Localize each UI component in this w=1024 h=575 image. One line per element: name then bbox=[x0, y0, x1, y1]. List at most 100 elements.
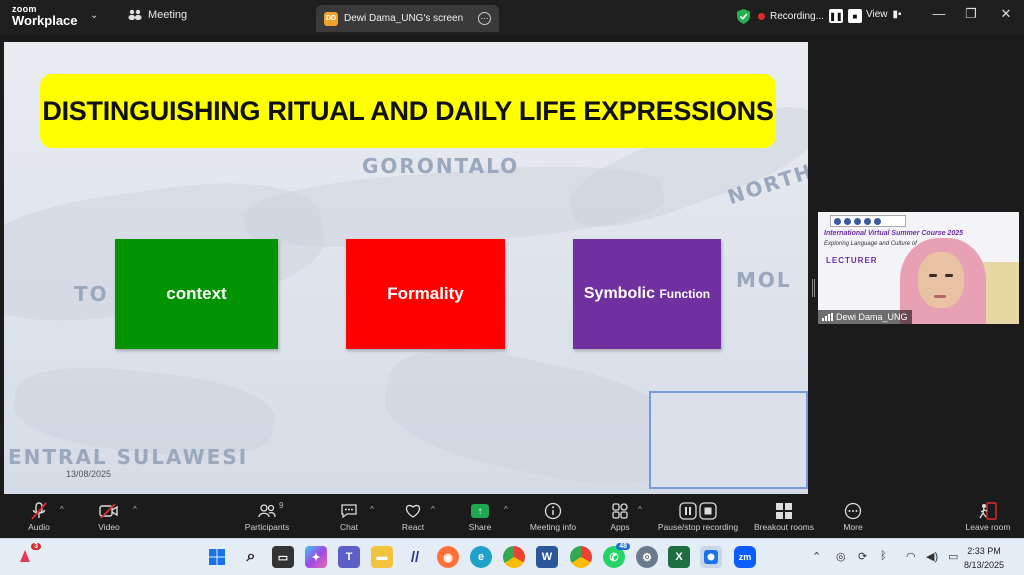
audio-button[interactable]: Audio bbox=[22, 500, 56, 532]
windows-start-icon[interactable] bbox=[206, 546, 228, 568]
apps-icon bbox=[604, 500, 636, 522]
volume-icon[interactable]: ◀) bbox=[926, 550, 938, 563]
context-label: context bbox=[166, 284, 227, 303]
view-layout-icon: ▮▪ bbox=[892, 9, 902, 20]
participants-label: Participants bbox=[244, 522, 290, 532]
copilot-icon[interactable]: ✦ bbox=[305, 546, 327, 568]
more-button[interactable]: More bbox=[838, 500, 868, 532]
logo-workplace-text: Workplace bbox=[12, 13, 78, 28]
apps-label: Apps bbox=[610, 522, 630, 532]
file-explorer-icon[interactable]: ▬ bbox=[371, 546, 393, 568]
react-options-caret[interactable]: ^ bbox=[431, 505, 435, 514]
pause-stop-label: Pause/stop recording bbox=[657, 522, 739, 532]
chrome-icon[interactable] bbox=[503, 546, 525, 568]
sync-icon[interactable]: ⟳ bbox=[858, 550, 867, 563]
video-options-caret[interactable]: ^ bbox=[133, 505, 137, 514]
battery-saver-icon[interactable]: ◎ bbox=[836, 550, 846, 563]
inset-map bbox=[649, 391, 808, 489]
view-button[interactable]: View ▮▪ bbox=[866, 9, 902, 20]
encryption-shield-icon[interactable] bbox=[737, 9, 750, 24]
leave-room-label: Leave room bbox=[965, 522, 1011, 532]
tray-chevron-icon[interactable]: ⌃ bbox=[812, 550, 821, 563]
participants-button[interactable]: Participants bbox=[240, 500, 294, 532]
maximize-button[interactable]: ❐ bbox=[961, 6, 981, 22]
audio-label: Audio bbox=[28, 522, 50, 532]
symbolic-function-box: Symbolic Function bbox=[573, 239, 721, 349]
active-app-icon[interactable] bbox=[700, 546, 722, 568]
chat-button[interactable]: Chat bbox=[334, 500, 364, 532]
stop-recording-button[interactable]: ■ bbox=[847, 9, 862, 23]
heart-icon bbox=[396, 500, 430, 522]
search-icon[interactable]: ⌕ bbox=[240, 546, 262, 568]
mouth-shape bbox=[934, 295, 946, 298]
slash-app-icon[interactable]: // bbox=[404, 546, 426, 568]
share-screen-icon: ↑ bbox=[464, 500, 496, 522]
share-options-caret[interactable]: ^ bbox=[504, 505, 508, 514]
whatsapp-icon[interactable]: ✆ 48 bbox=[603, 543, 630, 568]
participant-name-tag: Dewi Dama_UNG bbox=[818, 310, 912, 324]
meeting-toolbar: Audio ^ Video ^ Participants 9 Chat ^ Re… bbox=[0, 495, 1024, 538]
teams-icon[interactable]: T bbox=[338, 546, 360, 568]
map-land-shape bbox=[375, 332, 693, 494]
minimize-button[interactable]: — bbox=[929, 6, 949, 21]
slide-title-banner: DISTINGUISHING RITUAL AND DAILY LIFE EXP… bbox=[40, 74, 776, 148]
banner-subtitle: Exploring Language and Culture of bbox=[824, 241, 917, 247]
settings-gear-icon[interactable]: ⚙ bbox=[636, 546, 658, 568]
taskbar-clock[interactable]: 2:33 PM 8/13/2025 bbox=[964, 544, 1004, 572]
share-button[interactable]: ↑ Share bbox=[464, 500, 496, 532]
panel-resize-handle[interactable] bbox=[812, 279, 815, 297]
zoom-app-icon[interactable]: zm bbox=[734, 546, 756, 568]
meeting-info-button[interactable]: Meeting info bbox=[524, 500, 582, 532]
participant-video-tile[interactable]: International Virtual Summer Course 2025… bbox=[818, 212, 1019, 324]
zoom-app-label: zm bbox=[738, 552, 752, 562]
map-label-to: TO bbox=[74, 282, 109, 306]
battery-icon[interactable]: ▭ bbox=[948, 550, 958, 563]
formality-box: Formality bbox=[346, 239, 505, 349]
firefox-icon[interactable]: ◉ bbox=[437, 546, 459, 568]
notification-app-icon[interactable]: 3 bbox=[14, 543, 41, 568]
more-options-icon[interactable]: ⋯ bbox=[478, 12, 491, 25]
word-icon[interactable]: W bbox=[536, 546, 558, 568]
people-icon bbox=[128, 9, 142, 20]
tab-meeting[interactable]: Meeting bbox=[128, 9, 187, 21]
participants-icon bbox=[240, 500, 294, 522]
breakout-rooms-button[interactable]: Breakout rooms bbox=[750, 500, 818, 532]
wifi-icon[interactable]: ◠ bbox=[906, 550, 916, 563]
chrome-profile-icon[interactable] bbox=[570, 546, 592, 568]
leave-room-button[interactable]: Leave room bbox=[960, 500, 1016, 532]
pause-recording-button[interactable]: ❚❚ bbox=[828, 9, 843, 23]
close-button[interactable]: ✕ bbox=[996, 6, 1016, 22]
participant-face bbox=[918, 252, 964, 308]
chat-icon bbox=[334, 500, 364, 522]
meeting-info-label: Meeting info bbox=[529, 522, 577, 532]
excel-icon[interactable]: X bbox=[668, 546, 690, 568]
participants-count: 9 bbox=[279, 501, 284, 510]
symbolic-label: Symbolic bbox=[583, 285, 656, 302]
map-label-gorontalo: GORONTALO bbox=[362, 154, 520, 178]
recording-label: Recording... bbox=[770, 10, 824, 22]
bluetooth-icon[interactable]: ᛒ bbox=[880, 550, 887, 562]
edge-icon[interactable]: e bbox=[470, 546, 492, 568]
recording-dot-icon bbox=[758, 12, 765, 20]
recording-indicator[interactable]: Recording... ❚❚ ■ bbox=[758, 5, 862, 27]
video-button[interactable]: Video bbox=[92, 500, 126, 532]
microphone-muted-icon bbox=[22, 500, 56, 522]
chevron-down-icon[interactable]: ⌄ bbox=[90, 10, 98, 21]
formality-label: Formality bbox=[387, 284, 464, 303]
slide-title: DISTINGUISHING RITUAL AND DAILY LIFE EXP… bbox=[42, 95, 774, 126]
title-bar: zoom Workplace ⌄ Meeting DD Dewi Dama_UN… bbox=[0, 0, 1024, 34]
audio-options-caret[interactable]: ^ bbox=[60, 505, 64, 514]
react-label: React bbox=[401, 522, 425, 532]
react-button[interactable]: React bbox=[396, 500, 430, 532]
tab-shared-screen[interactable]: DD Dewi Dama_UNG's screen ⋯ bbox=[316, 5, 499, 32]
banner-title: International Virtual Summer Course 2025 bbox=[824, 230, 964, 237]
context-box: context bbox=[115, 239, 278, 349]
pause-stop-recording-button[interactable]: Pause/stop recording bbox=[652, 500, 744, 532]
breakout-rooms-label: Breakout rooms bbox=[754, 522, 814, 532]
tab-meeting-label: Meeting bbox=[148, 9, 188, 21]
apps-button[interactable]: Apps bbox=[604, 500, 636, 532]
task-view-icon[interactable]: ▭ bbox=[272, 546, 294, 568]
chat-options-caret[interactable]: ^ bbox=[370, 505, 374, 514]
presentation-slide: GORONTALO NORTH TO MOL ENTRAL SULAWESI D… bbox=[4, 42, 808, 494]
apps-options-caret[interactable]: ^ bbox=[638, 505, 642, 514]
